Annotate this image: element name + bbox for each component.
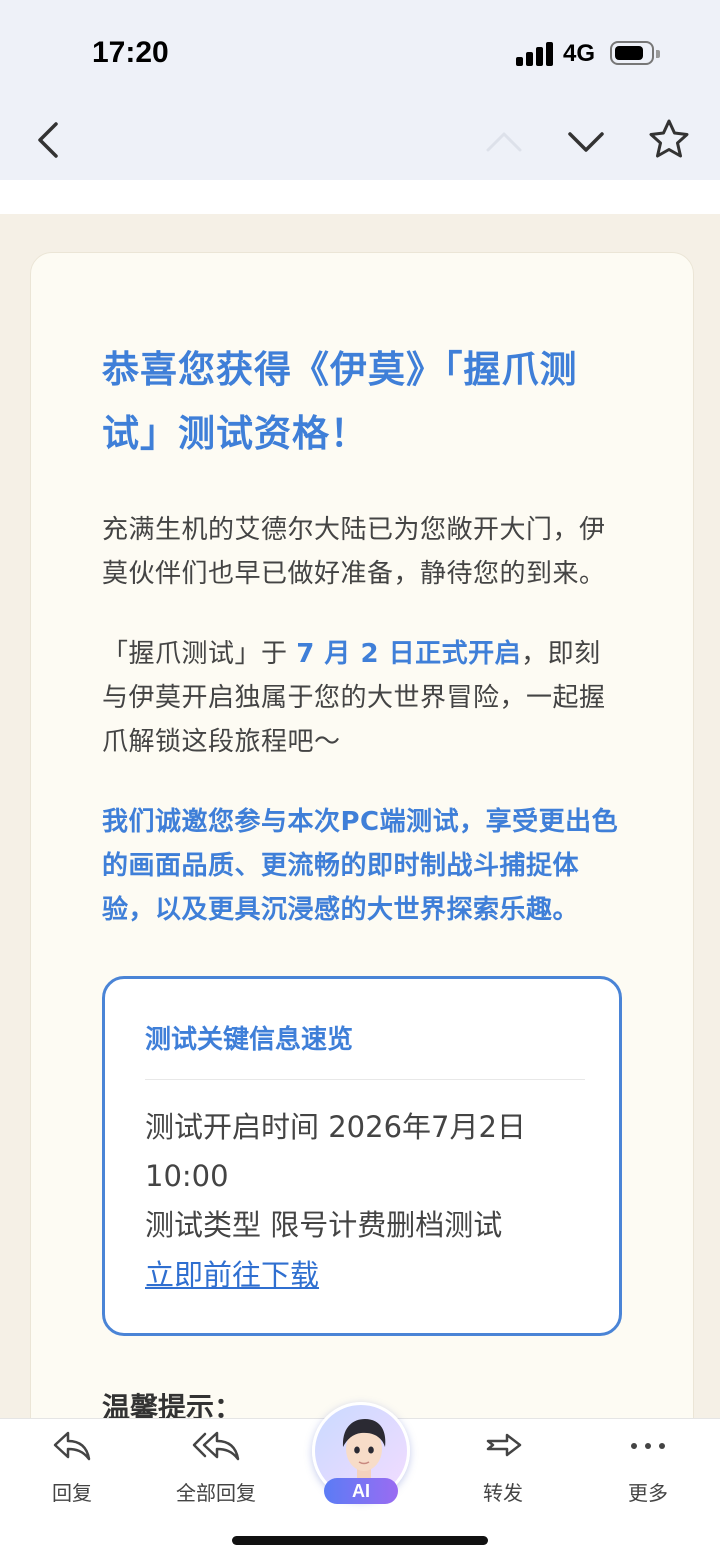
forward-icon: [486, 1433, 522, 1457]
forward-button[interactable]: 转发: [448, 1429, 558, 1506]
reply-all-label: 全部回复: [176, 1481, 256, 1505]
reply-icon: [53, 1431, 91, 1461]
reply-button[interactable]: 回复: [17, 1429, 127, 1506]
paragraph-invitation: 我们诚邀您参与本次PC端测试，享受更出色的画面品质、更流畅的即时制战斗捕捉体验，…: [102, 807, 619, 925]
previous-mail-icon[interactable]: [484, 122, 524, 162]
more-button[interactable]: 更多: [593, 1429, 703, 1506]
status-time: 17:20: [92, 36, 169, 69]
info-box-details: 测试开启时间 2026年7月2日 10:00 测试类型 限号计费删档测试: [145, 1103, 585, 1250]
ai-badge[interactable]: AI: [324, 1478, 398, 1504]
home-indicator[interactable]: [232, 1536, 488, 1545]
info-box-title: 测试关键信息速览: [145, 1025, 354, 1055]
back-icon[interactable]: [30, 118, 70, 162]
paragraph-date: 「握爪测试」于 7 月 2 日正式开启，即刻与伊莫开启独属于您的大世界冒险，一起…: [102, 632, 622, 764]
launch-date-highlight: 7 月 2 日正式开启: [296, 639, 522, 669]
top-bar: 17:20 4G: [0, 0, 720, 180]
reply-all-button[interactable]: 全部回复: [161, 1429, 271, 1506]
star-icon[interactable]: [648, 118, 690, 160]
email-headline: 恭喜您获得《伊莫》「握爪测试」测试资格！: [102, 348, 578, 455]
paragraph-date-prefix: 「握爪测试」于: [102, 639, 297, 669]
reply-label: 回复: [52, 1481, 92, 1505]
battery-icon: [610, 41, 660, 65]
forward-label: 转发: [483, 1481, 523, 1505]
paragraph-intro: 充满生机的艾德尔大陆已为您敞开大门，伊莫伙伴们也早已做好准备，静待您的到来。: [102, 515, 606, 589]
network-type: 4G: [563, 40, 596, 67]
reply-all-icon: [192, 1431, 240, 1461]
header-separator: [0, 180, 720, 214]
test-start-time: 测试开启时间 2026年7月2日 10:00: [145, 1110, 526, 1193]
test-type: 测试类型 限号计费删档测试: [145, 1208, 503, 1242]
info-box-divider: [145, 1079, 585, 1080]
more-label: 更多: [628, 1481, 668, 1505]
more-icon: [631, 1443, 665, 1449]
next-mail-icon[interactable]: [566, 122, 606, 162]
download-link[interactable]: 立即前往下载: [145, 1251, 319, 1300]
signal-icon: [516, 42, 554, 66]
info-box: 测试关键信息速览 测试开启时间 2026年7月2日 10:00 测试类型 限号计…: [102, 976, 622, 1336]
